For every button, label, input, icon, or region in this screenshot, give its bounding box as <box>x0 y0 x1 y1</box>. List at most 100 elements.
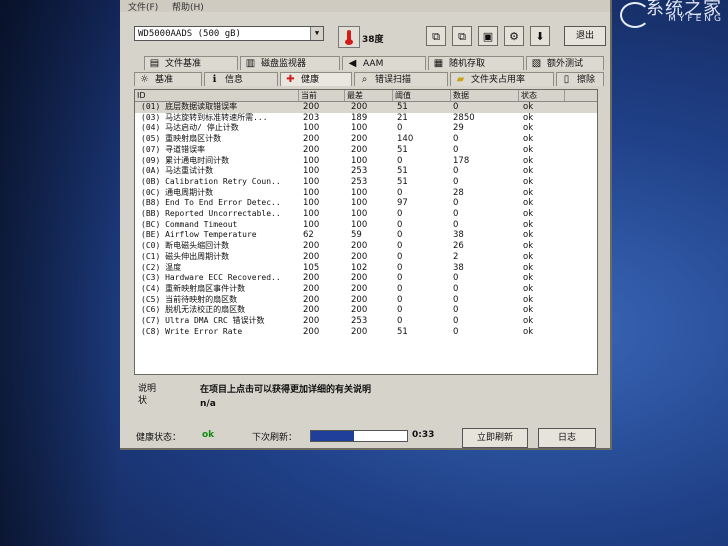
table-row[interactable]: (C2) 温度 105 102 0 38 ok <box>135 263 597 274</box>
cell-threshold: 0 <box>397 209 403 219</box>
drive-select[interactable]: WD5000AADS (500 gB) ▼ <box>134 26 324 41</box>
cell-data: 0 <box>453 305 459 316</box>
tab-aam[interactable]: ◀ AAM <box>342 56 426 70</box>
cell-data: 29 <box>453 123 464 134</box>
cell-threshold: 51 <box>397 102 408 112</box>
health-status-label: 健康状态： <box>136 433 182 443</box>
cell-worst: 102 <box>351 262 368 273</box>
table-row[interactable]: (0C) 通电周期计数 100 100 0 28 ok <box>135 188 597 199</box>
table-row[interactable]: (07) 寻道错误率 200 200 51 0 ok <box>135 145 597 156</box>
cell-id: (05) 重映射扇区计数 <box>141 134 222 144</box>
smart-attribute-list[interactable]: ID 当前 最差 阈值 数据 状态 (01) 底层数据读取错误率 200 200 51… <box>134 89 598 375</box>
table-row[interactable]: (04) 马达启动/ 停止计数 100 100 0 29 ok <box>135 123 597 134</box>
cell-threshold: 0 <box>397 219 403 230</box>
cell-worst: 100 <box>351 209 368 219</box>
cell-id: (BE) Airflow Temperature <box>141 230 257 240</box>
col-header-status[interactable]: 状态 <box>519 90 565 101</box>
refresh-now-button[interactable]: 立即刷新 <box>462 428 528 448</box>
cell-id: (0C) 通电周期计数 <box>141 187 214 197</box>
tab-extra-tests[interactable]: ▧ 额外测试 <box>526 56 604 70</box>
cell-status: ok <box>523 112 534 123</box>
tab-folder-usage[interactable]: ▰ 文件夹占用率 <box>450 72 554 86</box>
cell-data: 38 <box>453 262 464 273</box>
tab-random-access[interactable]: ▦ 随机存取 <box>428 56 524 70</box>
table-row[interactable]: (C5) 当前待映射的扇区数 200 200 0 0 ok <box>135 295 597 306</box>
tab-health[interactable]: ✚ 健康 <box>280 72 352 86</box>
cell-id: (09) 累计通电时间计数 <box>141 155 230 165</box>
tab-file-benchmark[interactable]: ▤ 文件基准 <box>144 56 238 70</box>
cell-status: ok <box>523 283 534 294</box>
table-row[interactable]: (BC) Command Timeout 100 100 0 0 ok <box>135 220 597 231</box>
cell-worst: 200 <box>351 251 368 262</box>
table-row[interactable]: (BE) Airflow Temperature 62 59 0 38 ok <box>135 230 597 241</box>
cell-id: (0A) 马达重试计数 <box>141 166 214 176</box>
tab-label: 文件夹占用率 <box>471 75 526 85</box>
cell-threshold: 51 <box>397 144 408 155</box>
tab-info[interactable]: ℹ 信息 <box>204 72 278 86</box>
col-header-threshold[interactable]: 阈值 <box>393 90 451 101</box>
cell-worst: 200 <box>351 283 368 294</box>
copy-button[interactable]: ⧉ <box>426 26 446 46</box>
download-button[interactable]: ⬇ <box>530 26 550 46</box>
cell-status: ok <box>523 241 534 252</box>
tab-benchmark[interactable]: ☼ 基准 <box>134 72 202 86</box>
cell-data: 0 <box>453 219 459 230</box>
table-row[interactable]: (C0) 断电磁头缩回计数 200 200 0 26 ok <box>135 241 597 252</box>
table-row[interactable]: (C4) 重新映射扇区事件计数 200 200 0 0 ok <box>135 284 597 295</box>
cell-threshold: 97 <box>397 198 408 209</box>
cell-status: ok <box>523 326 534 337</box>
cell-id: (BB) Reported Uncorrectable... <box>141 209 281 218</box>
table-row[interactable]: (C3) Hardware ECC Recovered... 200 200 0 0 ok <box>135 273 597 284</box>
cell-id: (03) 马达旋转到标准转速所需... <box>141 112 268 122</box>
cell-id: (B8) End To End Error Detec... <box>141 198 281 208</box>
cell-current: 62 <box>303 230 314 241</box>
settings-button[interactable]: ⚙ <box>504 26 524 46</box>
cell-status: ok <box>523 219 534 230</box>
cell-worst: 100 <box>351 198 368 209</box>
table-row[interactable]: (03) 马达旋转到标准转速所需... 203 189 21 2850 ok <box>135 113 597 124</box>
table-row[interactable]: (01) 底层数据读取错误率 200 200 51 0 ok <box>135 102 597 113</box>
log-button[interactable]: 日志 <box>538 428 596 448</box>
cell-worst: 253 <box>351 166 368 177</box>
cell-current: 200 <box>303 326 320 337</box>
col-header-id[interactable]: ID <box>135 90 299 101</box>
save-button[interactable]: ▣ <box>478 26 498 46</box>
cell-data: 0 <box>453 294 459 305</box>
table-row[interactable]: (C8) Write Error Rate 200 200 51 0 ok <box>135 327 597 338</box>
table-row[interactable]: (B8) End To End Error Detec... 100 100 97 0 o… <box>135 198 597 209</box>
table-row[interactable]: (C1) 磁头伸出周期计数 200 200 0 2 ok <box>135 252 597 263</box>
health-status-value: ok <box>202 430 215 440</box>
cell-current: 100 <box>303 123 320 134</box>
menu-help[interactable]: 帮助(H) <box>172 0 204 13</box>
table-row[interactable]: (C6) 脱机无法校正的扇区数 200 200 0 0 ok <box>135 305 597 316</box>
cell-id: (C5) 当前待映射的扇区数 <box>141 294 238 304</box>
cell-current: 100 <box>303 166 320 177</box>
cell-id: (0B) Calibration Retry Coun... <box>141 176 281 186</box>
cell-current: 200 <box>303 283 320 294</box>
cell-status: ok <box>523 187 534 198</box>
col-header-data[interactable]: 数据 <box>451 90 519 101</box>
cell-current: 200 <box>303 134 320 145</box>
table-row[interactable]: (C7) Ultra DMA CRC 错误计数 200 253 0 0 ok <box>135 316 597 327</box>
temperature-button[interactable] <box>338 26 360 48</box>
tab-erase[interactable]: ▯ 擦除 <box>556 72 604 86</box>
table-row[interactable]: (09) 累计通电时间计数 100 100 0 178 ok <box>135 156 597 167</box>
menu-file[interactable]: 文件(F) <box>128 0 158 13</box>
tab-error-scan[interactable]: ⌕ 错误扫描 <box>354 72 448 86</box>
col-header-current[interactable]: 当前 <box>299 90 345 101</box>
col-header-worst[interactable]: 最差 <box>345 90 393 101</box>
cell-threshold: 0 <box>397 251 403 262</box>
table-row[interactable]: (0B) Calibration Retry Coun... 100 253 51 0 o… <box>135 177 597 188</box>
description-status-value: n/a <box>200 399 216 409</box>
copy-all-button[interactable]: ⧉ <box>452 26 472 46</box>
cell-status: ok <box>523 144 534 155</box>
cell-status: ok <box>523 305 534 316</box>
tab-disk-monitor[interactable]: ▥ 磁盘监视器 <box>240 56 340 70</box>
table-row[interactable]: (05) 重映射扇区计数 200 200 140 0 ok <box>135 134 597 145</box>
exit-button[interactable]: 退出 <box>564 26 606 46</box>
table-row[interactable]: (0A) 马达重试计数 100 253 51 0 ok <box>135 166 597 177</box>
table-row[interactable]: (BB) Reported Uncorrectable... 100 100 0 0 ok <box>135 209 597 220</box>
cell-id: (C4) 重新映射扇区事件计数 <box>141 283 246 293</box>
chevron-down-icon[interactable]: ▼ <box>310 27 323 40</box>
cell-threshold: 0 <box>397 187 403 198</box>
